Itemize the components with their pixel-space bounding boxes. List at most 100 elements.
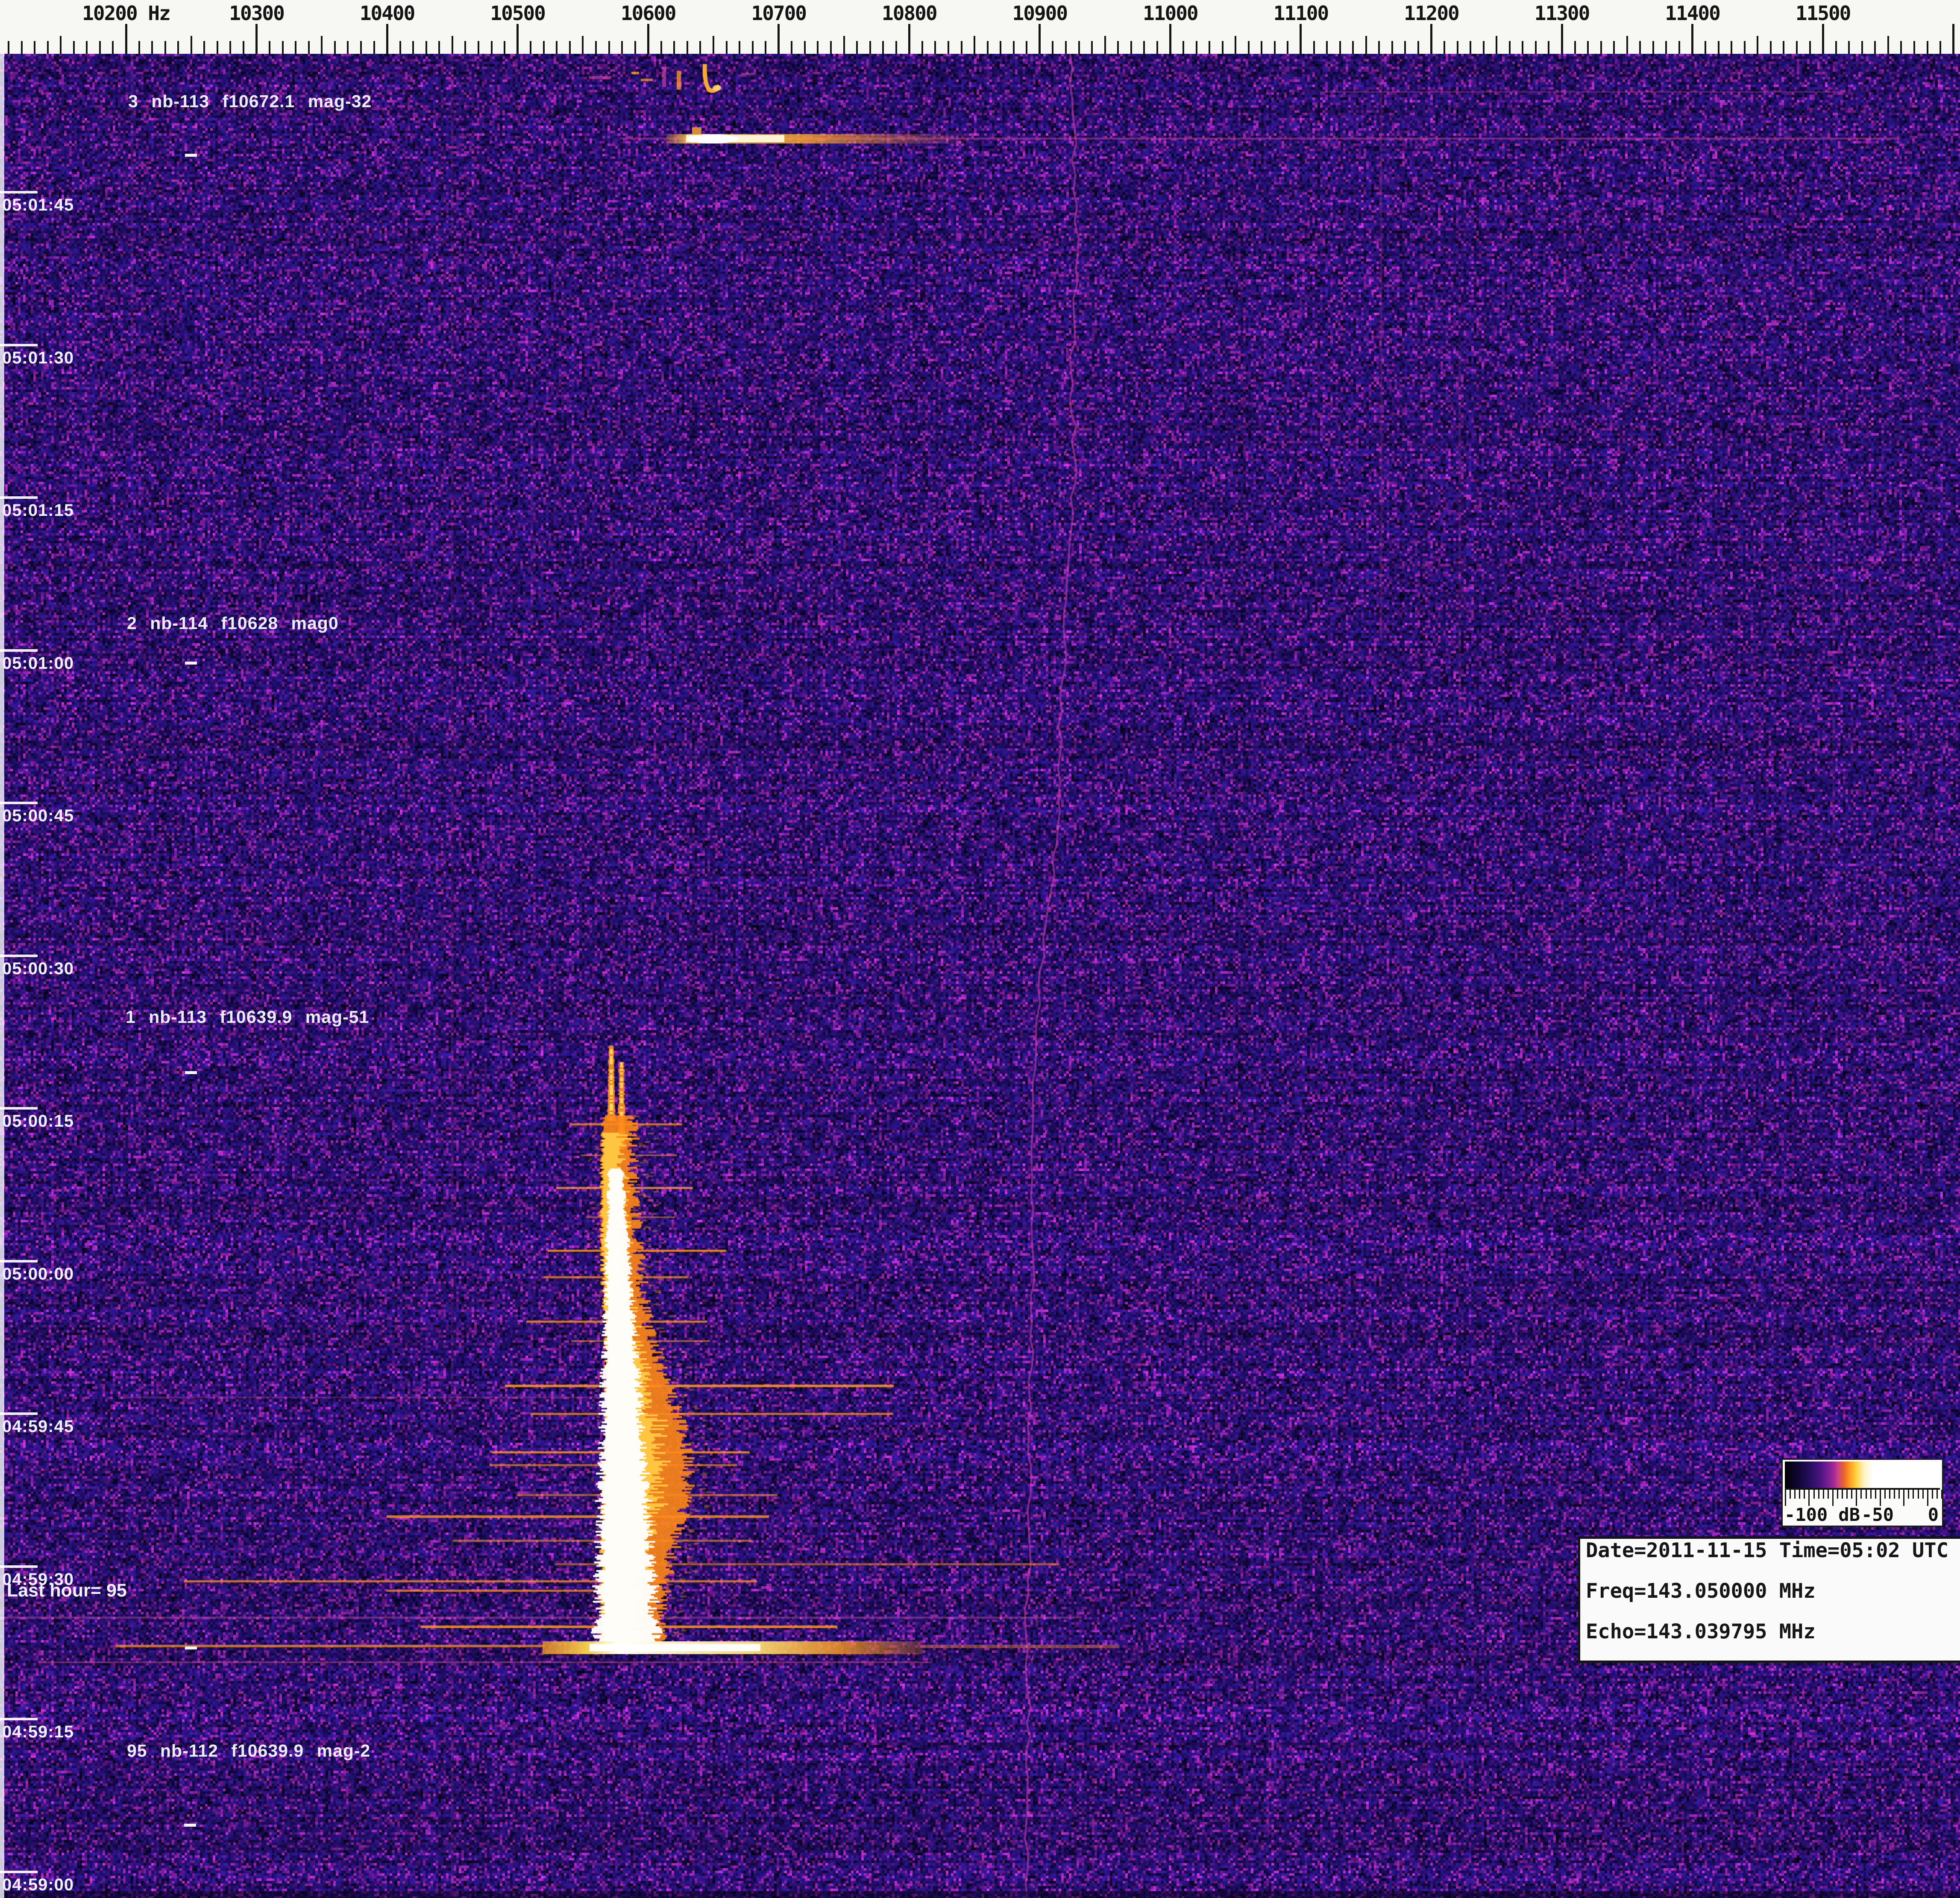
frequency-tick [1652,41,1654,54]
frequency-tick [1483,41,1485,54]
frequency-tick [713,36,714,54]
frequency-tick [438,41,440,54]
frequency-tick [726,41,728,54]
legend-ruler-tick [1932,1490,1933,1499]
frequency-tick [217,41,218,54]
frequency-tick-label: 10200 Hz [82,2,170,25]
frequency-tick [1287,41,1288,54]
frequency-tick [778,24,780,54]
spectrogram-app: 10200 Hz10300104001050010600107001080010… [0,0,1960,1898]
frequency-tick [21,41,23,54]
frequency-tick [934,41,936,54]
frequency-tick [177,41,179,54]
frequency-tick [73,41,75,54]
legend-ruler-tick [1875,1490,1876,1499]
legend-ruler-tick [1870,1490,1872,1499]
frequency-tick [621,41,623,54]
time-tick [0,1260,38,1262]
frequency-tick [1561,24,1563,54]
legend-ruler-tick [1903,1490,1904,1506]
frequency-tick [1861,41,1863,54]
frequency-tick [504,41,505,54]
frequency-tick [1952,24,1954,54]
frequency-tick [987,41,989,54]
legend-ruler-tick [1794,1490,1796,1499]
legend-ruler-tick [1918,1490,1919,1499]
time-tick [0,191,38,193]
frequency-tick [1182,41,1184,54]
legend-ruler-tick [1894,1490,1895,1499]
frequency-tick [1574,41,1576,54]
frequency-tick [47,41,49,54]
legend-ruler-tick [1832,1490,1834,1506]
legend-ruler-tick [1856,1490,1857,1506]
legend-ruler-tick [1922,1490,1924,1499]
frequency-tick [1757,36,1758,54]
frequency-tick-label: 11100 [1273,2,1328,25]
frequency-tick [608,41,610,54]
legend-ruler-tick [1860,1490,1862,1499]
frequency-tick-label: 10300 [229,2,284,25]
status-info-box: Date=2011-11-15 Time=05:02 UTC Freq=143.… [1578,1536,1960,1663]
legend-label-min: -100 dB [1784,1504,1860,1525]
frequency-tick [1326,41,1328,54]
frequency-tick [1887,36,1889,54]
frequency-tick [99,41,101,54]
meteor-event-marker [185,154,197,157]
time-tick [0,344,38,346]
legend-ruler-tick [1941,1490,1942,1499]
time-tick-label: 05:01:45 [2,196,74,215]
frequency-tick [1639,41,1641,54]
legend-ruler-tick [1813,1490,1815,1499]
frequency-tick [1391,41,1393,54]
legend-ruler-tick [1866,1490,1867,1499]
legend-ruler-tick [1823,1490,1824,1499]
frequency-tick [543,41,545,54]
frequency-tick [1548,41,1549,54]
frequency-tick [34,41,35,54]
frequency-tick [282,41,284,54]
frequency-tick [660,41,662,54]
frequency-tick [399,41,401,54]
info-date-time: Date=2011-11-15 Time=05:02 UTC [1586,1539,1960,1579]
frequency-tick [1587,41,1589,54]
frequency-tick [1026,41,1027,54]
frequency-tick [582,36,584,54]
frequency-tick [1900,41,1902,54]
frequency-tick [948,41,949,54]
frequency-tick-label: 10400 [360,2,414,25]
frequency-tick-label: 10600 [621,2,675,25]
frequency-tick [1522,41,1523,54]
frequency-tick [8,41,9,54]
frequency-tick [1013,41,1015,54]
frequency-tick [739,41,740,54]
frequency-tick [1496,36,1497,54]
frequency-tick [1430,24,1432,54]
legend-ruler-tick [1884,1490,1886,1499]
frequency-tick [1770,41,1772,54]
frequency-tick [1117,41,1119,54]
frequency-tick [1626,36,1628,54]
frequency-tick [1535,41,1537,54]
frequency-tick [1091,41,1093,54]
frequency-tick [1809,41,1811,54]
time-tick [0,955,38,957]
legend-ruler-tick [1898,1490,1900,1499]
frequency-tick [1274,41,1276,54]
frequency-tick [412,41,414,54]
frequency-tick [752,41,754,54]
frequency-tick-label: 10700 [751,2,806,25]
frequency-tick [961,41,962,54]
frequency-tick [1613,41,1615,54]
frequency-tick [804,41,806,54]
frequency-tick-label: 10900 [1012,2,1067,25]
frequency-tick [595,41,597,54]
frequency-tick [1300,24,1302,54]
legend-ruler-tick [1889,1490,1890,1499]
frequency-tick [1913,41,1915,54]
legend-ruler-tick [1799,1490,1800,1499]
time-tick-label: 05:00:30 [2,959,74,978]
legend-ruler-tick [1908,1490,1909,1499]
frequency-tick [255,24,258,54]
frequency-tick [1939,41,1941,54]
